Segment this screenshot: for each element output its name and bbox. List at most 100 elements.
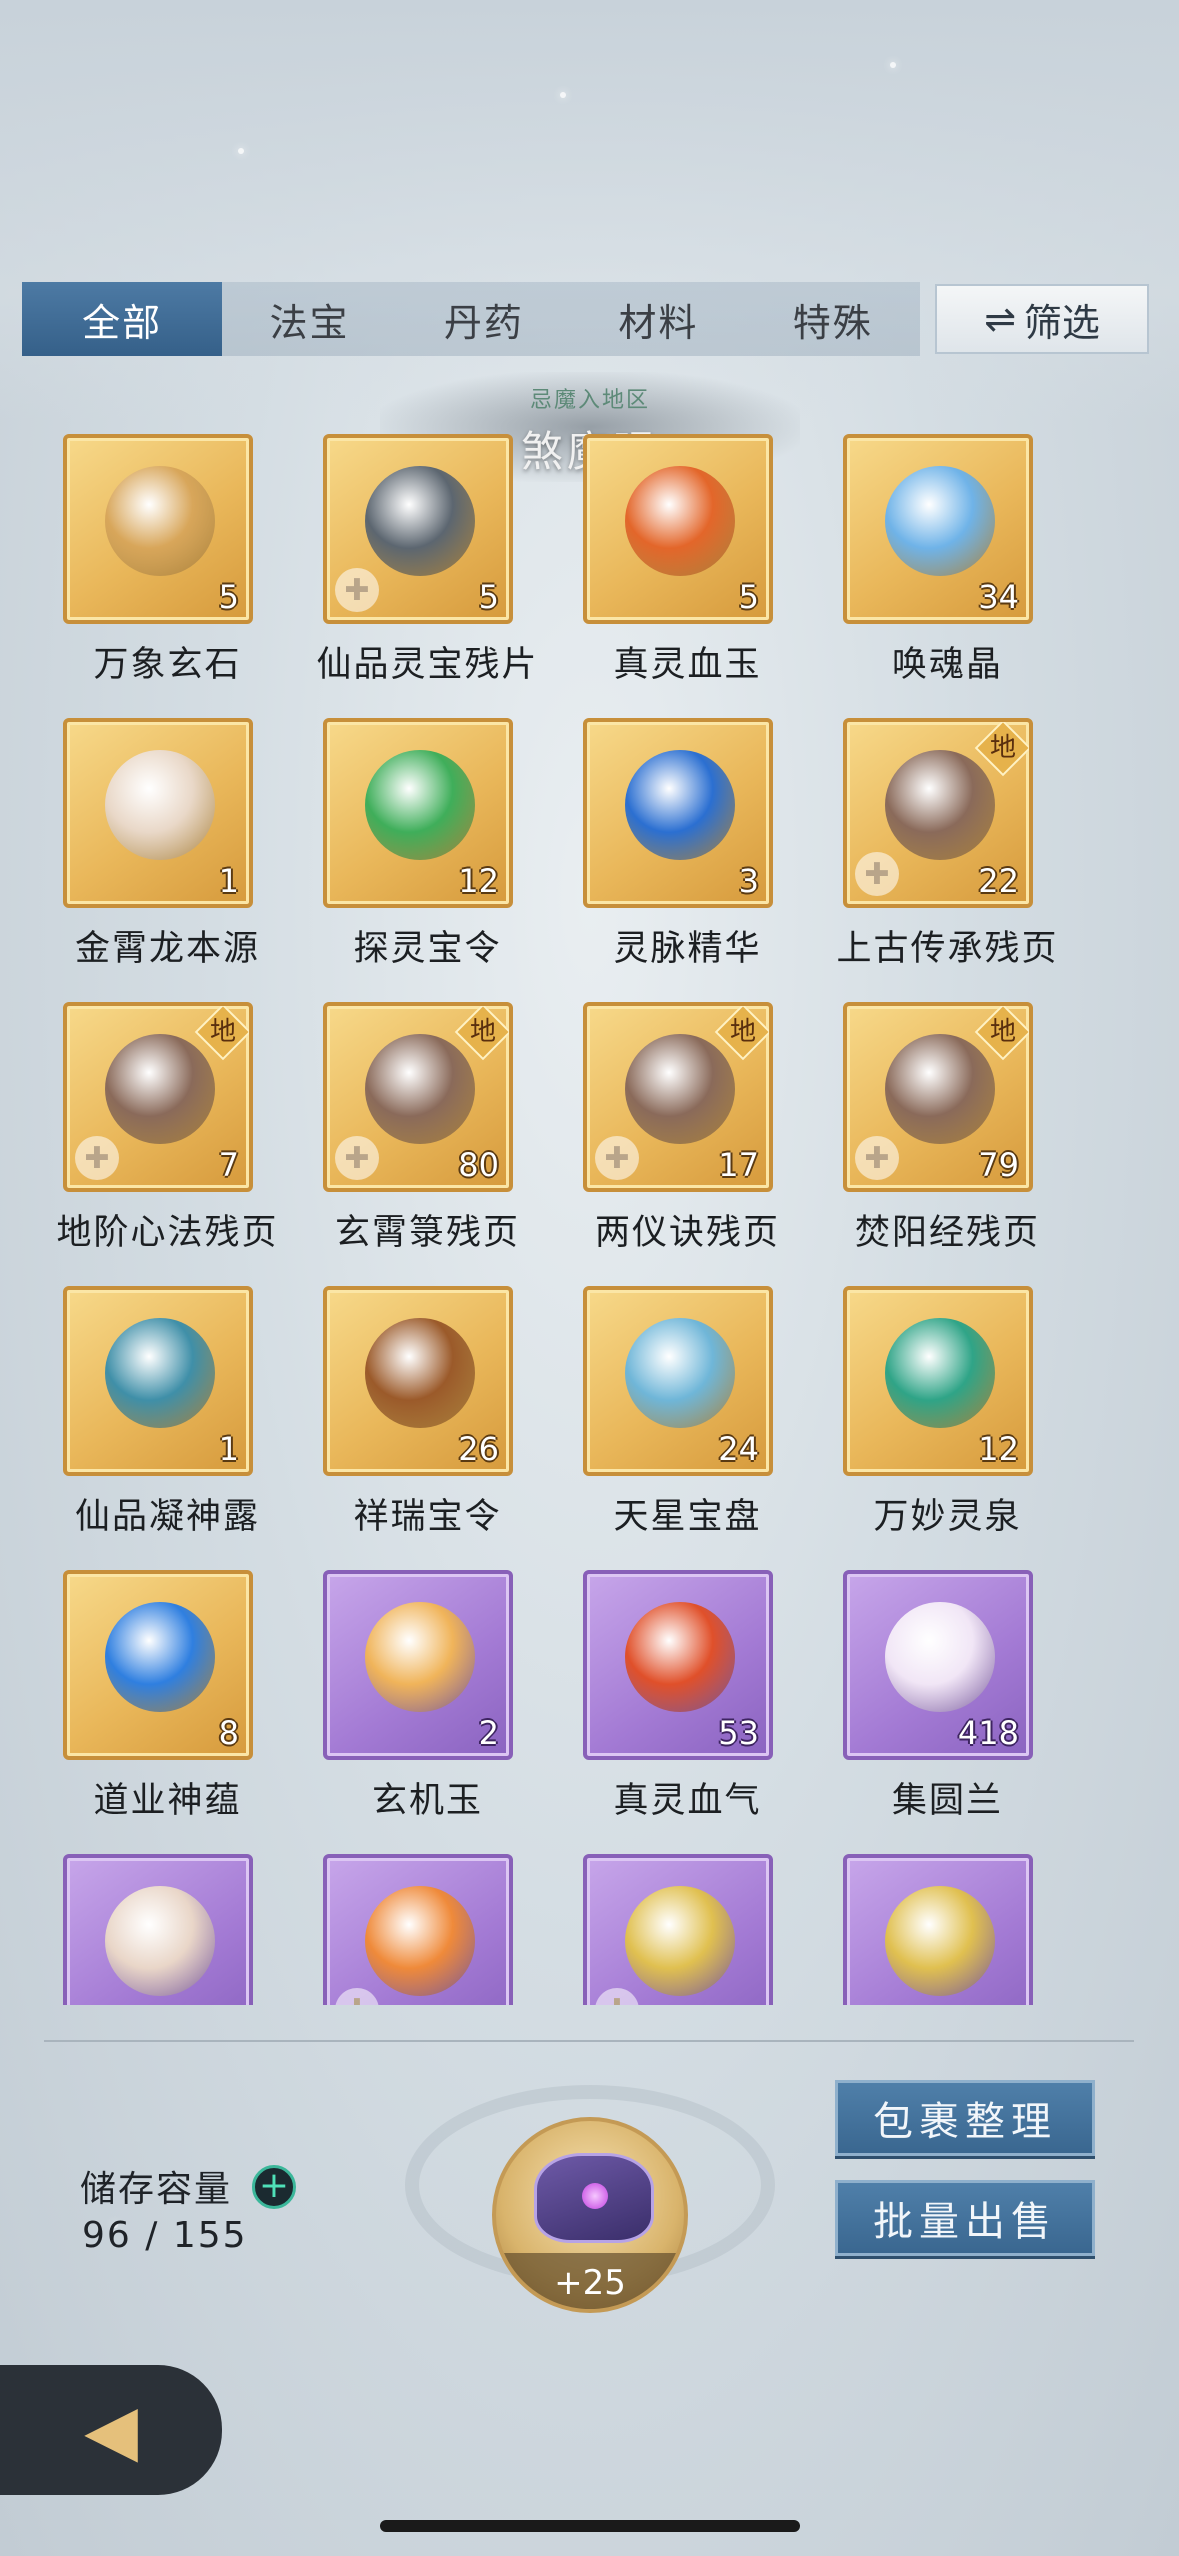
grade-badge: 地 [454, 1006, 509, 1061]
sky-background [0, 0, 1179, 420]
item-tile[interactable]: 24 [583, 1286, 773, 1476]
item-count: 5 [738, 578, 759, 616]
item-art-icon [365, 466, 475, 576]
sparkle [560, 92, 566, 98]
storage-bag-upgrade[interactable]: +25 [492, 2117, 688, 2313]
item-art-icon [885, 1318, 995, 1428]
bonus-label: +25 [554, 2263, 626, 2303]
home-indicator [380, 2520, 800, 2532]
item-tile[interactable]: 8 [63, 1570, 253, 1760]
item-art-icon [625, 466, 735, 576]
item-count: 79 [978, 1146, 1019, 1184]
sparkle [238, 148, 244, 154]
bulk-sell-button[interactable]: 批量出售 [835, 2180, 1095, 2256]
item-art-icon [365, 1602, 475, 1712]
item-tile[interactable]: 地 ✚ 22 [843, 718, 1033, 908]
item-art-icon [105, 1318, 215, 1428]
item-art-icon [365, 1034, 475, 1144]
fragment-puzzle-icon: ✚ [595, 1136, 639, 1180]
fragment-puzzle-icon: ✚ [855, 852, 899, 896]
gem-icon [582, 2183, 608, 2209]
fragment-puzzle-icon: ✚ [855, 1136, 899, 1180]
grade-badge-label: 地 [469, 1017, 496, 1047]
item-art-icon [625, 1886, 735, 1996]
item-name: 焚阳经残页 [854, 1213, 1040, 1253]
item-count: 7 [218, 1146, 239, 1184]
grade-badge: 地 [714, 1006, 769, 1061]
item-tile[interactable]: 418 [843, 1570, 1033, 1760]
item-tile[interactable]: 12 [843, 1286, 1033, 1476]
item-count: 1 [218, 1430, 239, 1468]
item-tile[interactable]: 12 [323, 718, 513, 908]
item-count: 5 [478, 578, 499, 616]
item-tile[interactable]: ✚ [583, 1854, 773, 2005]
item-tile[interactable]: 地 ✚ 80 [323, 1002, 513, 1192]
fragment-puzzle-icon: ✚ [335, 568, 379, 612]
item-art-icon [625, 1602, 735, 1712]
back-arrow-icon: ◀ [84, 2389, 138, 2471]
filter-button-label: 筛选 [1023, 300, 1100, 345]
item-tile[interactable]: 地 ✚ 7 [63, 1002, 253, 1192]
item-tile[interactable]: ✚ [323, 1854, 513, 2005]
item-count: 5 [218, 578, 239, 616]
fragment-puzzle-icon: ✚ [335, 1988, 379, 2005]
tab-all[interactable]: 全部 [22, 282, 223, 356]
fragment-puzzle-icon: ✚ [75, 1136, 119, 1180]
item-tile[interactable]: 3 [583, 718, 773, 908]
grade-badge: 地 [194, 1006, 249, 1061]
item-tile[interactable]: 1 [63, 1286, 253, 1476]
location-subtitle: 忌魔入地区 [529, 388, 650, 413]
storage-capacity-value: 96 / 155 [82, 2215, 248, 2256]
item-art-icon [105, 1034, 215, 1144]
inventory-grid: 5 万象玄石 ✚ 5 仙品灵宝残片 5 真灵血玉 34 唤魂晶 1 金霄龙本源 12 探灵宝令 3 灵脉精华… [0, 420, 1179, 2005]
item-tile[interactable]: 2 [323, 1570, 513, 1760]
divider [44, 2040, 1134, 2042]
item-count: 3 [738, 862, 759, 900]
grade-badge-label: 地 [989, 733, 1016, 763]
item-name: 万妙灵泉 [873, 1497, 1022, 1537]
filter-button[interactable]: ⇌ 筛选 [935, 284, 1149, 354]
item-art-icon [885, 466, 995, 576]
grade-badge: 地 [974, 722, 1029, 777]
item-art-icon [105, 1886, 215, 1996]
item-tile[interactable] [843, 1854, 1033, 2005]
grade-badge-label: 地 [989, 1017, 1016, 1047]
item-count: 12 [458, 862, 499, 900]
tab-materials[interactable]: 材料 [571, 282, 745, 356]
grade-badge: 地 [974, 1006, 1029, 1061]
item-tile[interactable]: 5 [63, 434, 253, 624]
tab-magic-treasure[interactable]: 法宝 [222, 282, 396, 356]
expand-storage-plus-icon[interactable]: + [252, 2165, 296, 2209]
back-button[interactable]: ◀ [0, 2365, 222, 2495]
tab-special[interactable]: 特殊 [746, 282, 920, 356]
item-tile[interactable]: 26 [323, 1286, 513, 1476]
organize-bag-button[interactable]: 包裹整理 [835, 2080, 1095, 2156]
item-tile[interactable]: 53 [583, 1570, 773, 1760]
item-art-icon [365, 1886, 475, 1996]
storage-capacity-label: 储存容量 [80, 2169, 233, 2210]
item-tile[interactable] [63, 1854, 253, 2005]
item-art-icon [885, 1602, 995, 1712]
item-art-icon [625, 750, 735, 860]
item-art-icon [885, 1034, 995, 1144]
item-art-icon [365, 750, 475, 860]
item-tile[interactable]: ✚ 5 [323, 434, 513, 624]
fragment-puzzle-icon: ✚ [595, 1988, 639, 2005]
item-count: 12 [978, 1430, 1019, 1468]
item-name: 集圆兰 [891, 1781, 1003, 1821]
item-art-icon [625, 1034, 735, 1144]
item-tile[interactable]: 1 [63, 718, 253, 908]
item-count: 34 [978, 578, 1019, 616]
item-name: 唤魂晶 [891, 645, 1003, 685]
item-tile[interactable]: 地 ✚ 17 [583, 1002, 773, 1192]
item-count: 17 [718, 1146, 759, 1184]
tab-pills[interactable]: 丹药 [397, 282, 571, 356]
item-tile[interactable]: 5 [583, 434, 773, 624]
item-art-icon [105, 466, 215, 576]
grade-badge-label: 地 [209, 1017, 236, 1047]
item-count: 2 [478, 1714, 499, 1752]
item-tile[interactable]: 34 [843, 434, 1033, 624]
item-tile[interactable]: 地 ✚ 79 [843, 1002, 1033, 1192]
item-count: 26 [458, 1430, 499, 1468]
sparkle [890, 62, 896, 68]
